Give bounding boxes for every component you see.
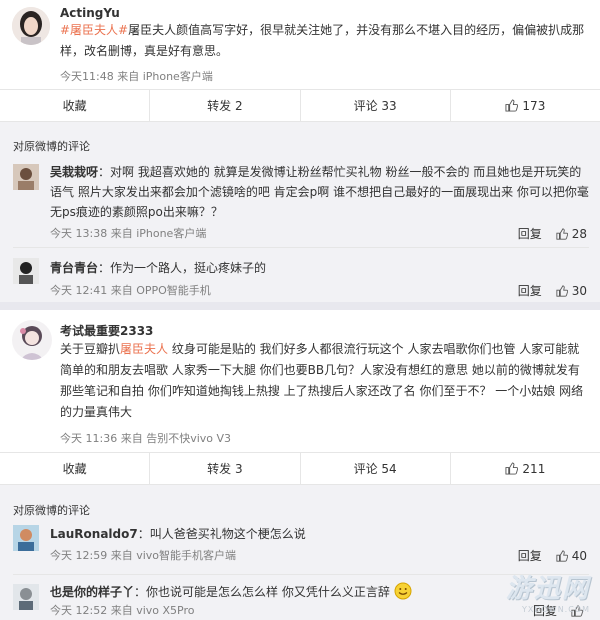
comment-meta: 今天 13:38 来自 iPhone客户端 bbox=[50, 227, 207, 240]
site-watermark: 游迅网 YXDOWN.COM bbox=[506, 568, 590, 614]
post-meta: 今天11:48 来自 iPhone客户端 bbox=[60, 70, 213, 83]
comment-divider bbox=[13, 574, 589, 575]
comment-item: 青台青台：作为一个路人，挺心疼妹子的 今天 12:41 来自 OPPO智能手机 … bbox=[0, 254, 600, 299]
comment-meta: 今天 12:52 来自 vivo X5Pro bbox=[50, 604, 195, 617]
thumbs-up-icon bbox=[505, 462, 519, 475]
post-username[interactable]: ActingYu bbox=[60, 6, 120, 20]
commenter-name[interactable]: 吴栽栽呀 bbox=[50, 165, 98, 179]
user-photo-icon bbox=[13, 258, 39, 284]
commenter-name[interactable]: LauRonaldo7 bbox=[50, 527, 138, 541]
post-body: 屠臣夫人颜值高写字好，很早就关注她了，并没有那么不堪入目的经历，偏偏被扒成那样，… bbox=[60, 23, 585, 58]
comment-box-title: 对原微博的评论 bbox=[13, 140, 90, 153]
comment-text: 吴栽栽呀：对啊 我超喜欢她的 就算是发微博让粉丝帮忙买礼物 粉丝一般不会的 而且… bbox=[50, 165, 589, 219]
user-photo-icon bbox=[13, 525, 39, 551]
reply-button[interactable]: 回复 bbox=[518, 547, 542, 564]
section-gap bbox=[0, 122, 600, 130]
commenter-avatar[interactable] bbox=[13, 584, 39, 610]
watermark-logo: 游迅网 bbox=[505, 574, 590, 604]
post-text: 关于豆瓣扒屠臣夫人 纹身可能是贴的 我们好多人都很流行玩这个 人家去唱歌你们也管… bbox=[60, 342, 584, 419]
avatar[interactable] bbox=[12, 320, 52, 360]
reply-button[interactable]: 回复 bbox=[518, 282, 542, 299]
comment-like-button[interactable]: 40 bbox=[556, 549, 587, 563]
commenter-avatar[interactable] bbox=[13, 164, 39, 190]
comment-button[interactable]: 评论 54 bbox=[301, 453, 451, 484]
avatar[interactable] bbox=[12, 7, 50, 45]
repost-button[interactable]: 转发 2 bbox=[150, 90, 301, 121]
like-button[interactable]: 211 bbox=[451, 453, 600, 484]
post-2-action-bar: 收藏 转发 3 评论 54 211 bbox=[0, 452, 600, 485]
comment-item: LauRonaldo7：叫人爸爸买礼物这个梗怎么说 今天 12:59 来自 vi… bbox=[0, 522, 600, 568]
smile-emoji-icon bbox=[394, 582, 412, 600]
repost-button[interactable]: 转发 3 bbox=[150, 453, 301, 484]
comment-actions: 回复 40 bbox=[518, 547, 587, 564]
weibo-post-2: 考试最重要2333 关于豆瓣扒屠臣夫人 纹身可能是贴的 我们好多人都很流行玩这个… bbox=[0, 310, 600, 450]
comment-like-button[interactable]: 28 bbox=[556, 227, 587, 241]
commenter-name[interactable]: 也是你的样子丫 bbox=[50, 585, 134, 599]
user-portrait-icon bbox=[12, 320, 52, 360]
comment-box-title: 对原微博的评论 bbox=[13, 504, 90, 517]
post-meta: 今天 11:36 来自 告别不快vivo V3 bbox=[60, 432, 232, 445]
comment-text: LauRonaldo7：叫人爸爸买礼物这个梗怎么说 bbox=[50, 527, 306, 541]
user-portrait-icon bbox=[12, 7, 50, 45]
thumbs-up-icon bbox=[556, 284, 568, 297]
section-gap bbox=[0, 485, 600, 492]
thumbs-up-icon bbox=[556, 549, 568, 562]
favorite-button[interactable]: 收藏 bbox=[0, 453, 151, 484]
topic-link[interactable]: 屠臣夫人 bbox=[120, 342, 168, 356]
comment-text: 青台青台：作为一个路人，挺心疼妹子的 bbox=[50, 261, 267, 275]
post-username[interactable]: 考试最重要2333 bbox=[60, 322, 153, 339]
comment-button[interactable]: 评论 33 bbox=[301, 90, 451, 121]
watermark-url: YXDOWN.COM bbox=[521, 605, 590, 614]
comment-like-button[interactable]: 30 bbox=[556, 284, 587, 298]
post-text: #屠臣夫人#屠臣夫人颜值高写字好，很早就关注她了，并没有那么不堪入目的经历，偏偏… bbox=[60, 20, 585, 62]
post-1-action-bar: 收藏 转发 2 评论 33 173 bbox=[0, 89, 600, 122]
comment-meta: 今天 12:59 来自 vivo智能手机客户端 bbox=[50, 549, 236, 562]
commenter-name[interactable]: 青台青台 bbox=[50, 261, 98, 275]
comment-box-1: 对原微博的评论 吴栽栽呀：对啊 我超喜欢她的 就算是发微博让粉丝帮忙买礼物 粉丝… bbox=[0, 130, 600, 302]
comment-item: 吴栽栽呀：对啊 我超喜欢她的 就算是发微博让粉丝帮忙买礼物 粉丝一般不会的 而且… bbox=[0, 160, 600, 242]
comment-actions: 回复 30 bbox=[518, 282, 587, 299]
section-gap bbox=[0, 302, 600, 310]
user-photo-icon bbox=[13, 584, 39, 610]
commenter-avatar[interactable] bbox=[13, 525, 39, 551]
thumbs-up-icon bbox=[556, 227, 568, 240]
commenter-avatar[interactable] bbox=[13, 258, 39, 284]
comment-divider bbox=[13, 247, 589, 248]
comment-actions: 回复 28 bbox=[518, 225, 587, 242]
reply-button[interactable]: 回复 bbox=[518, 225, 542, 242]
topic-link[interactable]: #屠臣夫人# bbox=[60, 23, 128, 37]
thumbs-up-icon bbox=[505, 99, 519, 112]
user-photo-icon bbox=[13, 164, 39, 190]
comment-meta: 今天 12:41 来自 OPPO智能手机 bbox=[50, 284, 211, 297]
like-button[interactable]: 173 bbox=[451, 90, 600, 121]
favorite-button[interactable]: 收藏 bbox=[0, 90, 151, 121]
